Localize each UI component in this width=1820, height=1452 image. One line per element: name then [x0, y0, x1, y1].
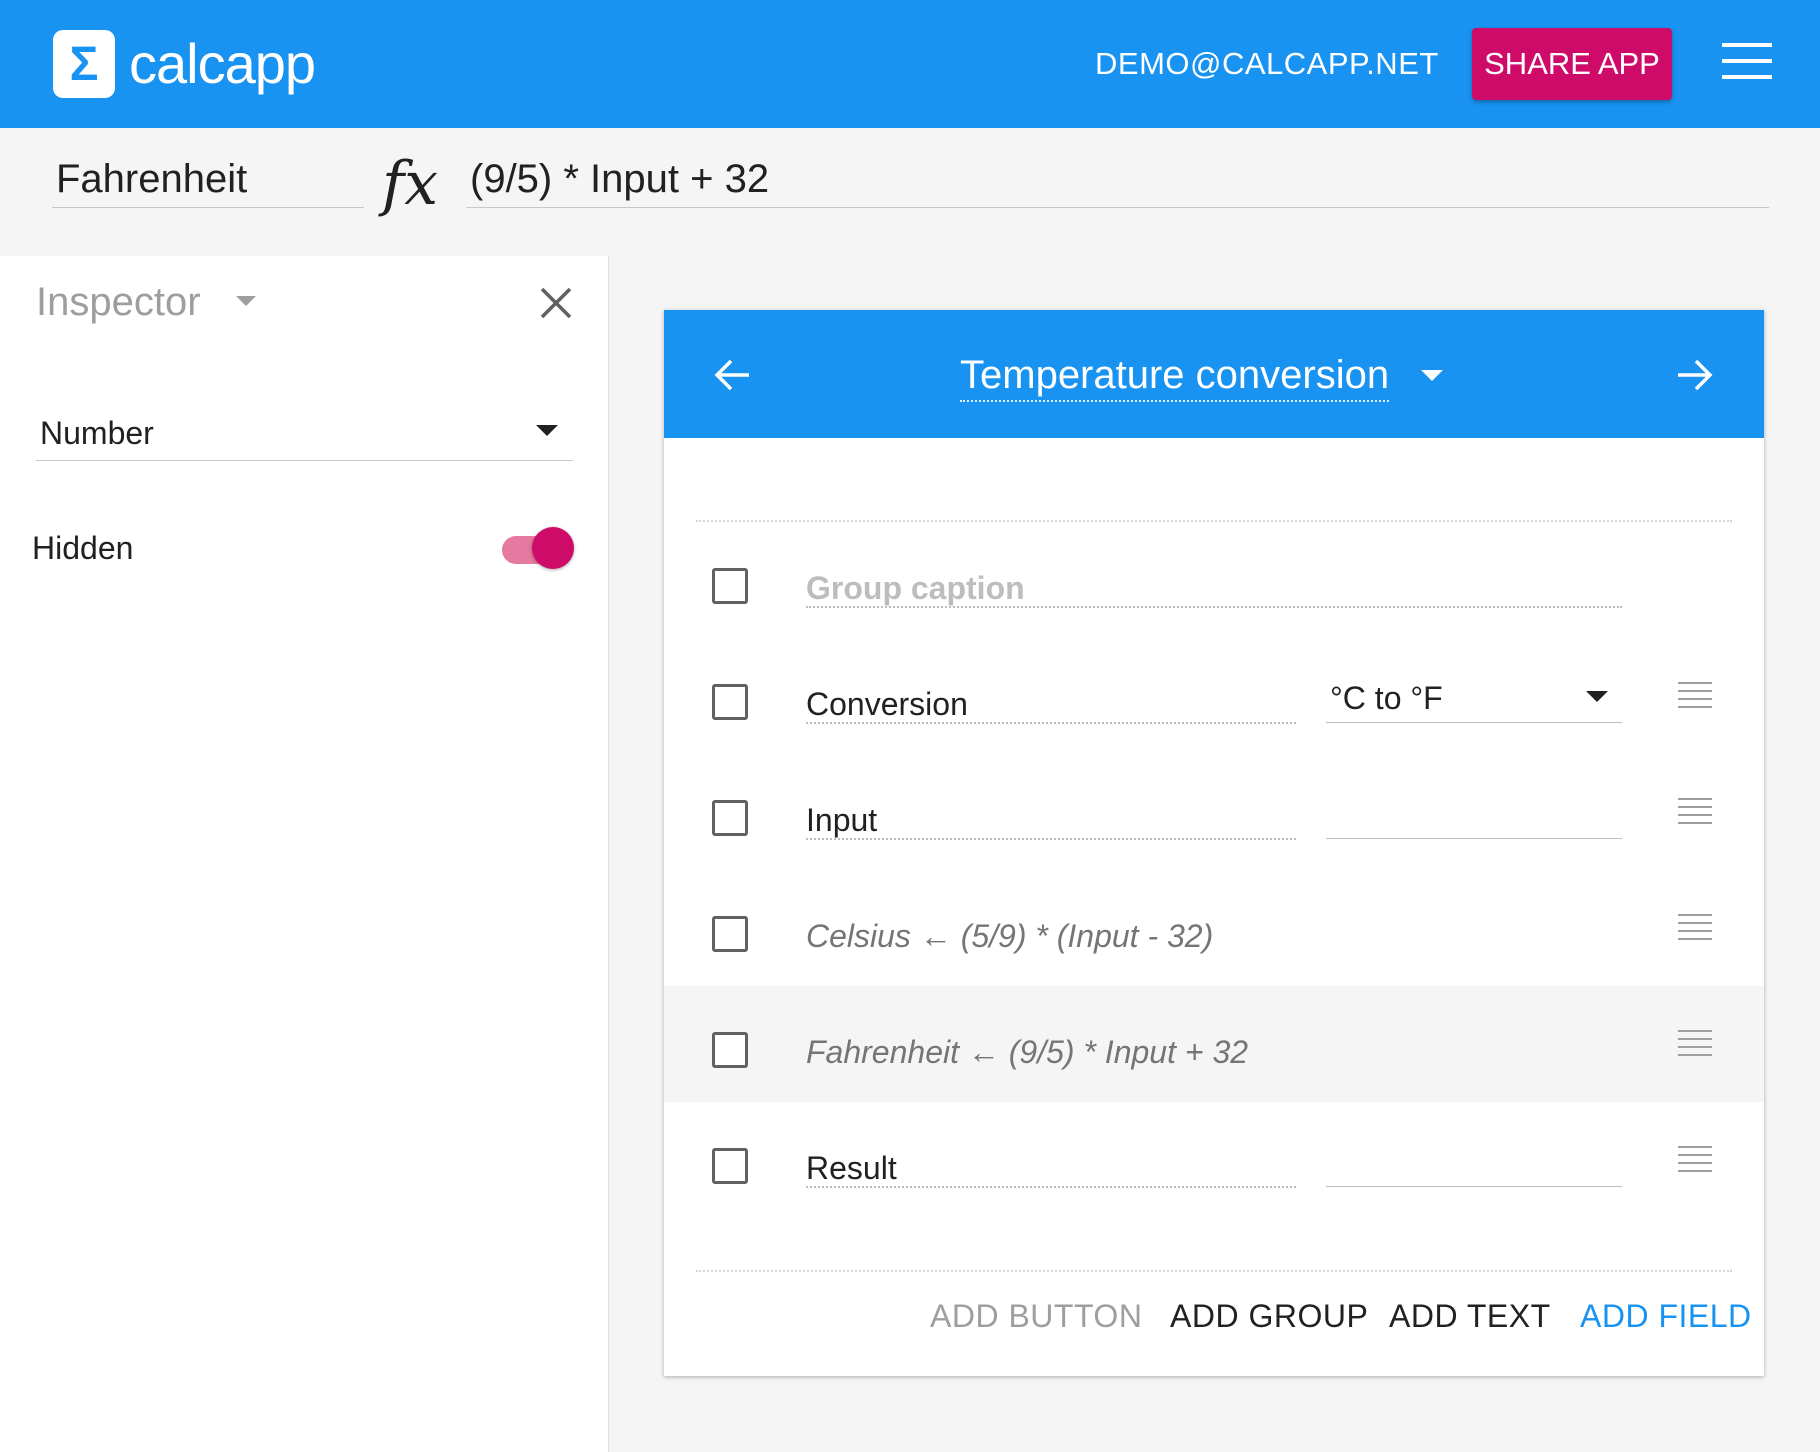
type-select-value: Number — [40, 415, 154, 451]
row-checkbox[interactable] — [712, 568, 748, 604]
hidden-toggle-thumb[interactable] — [532, 527, 574, 569]
inspector-title[interactable]: Inspector — [36, 276, 201, 328]
add-button-button[interactable]: ADD BUTTON — [930, 1296, 1142, 1336]
fx-icon: fx — [382, 149, 439, 219]
add-field-button[interactable]: ADD FIELD — [1580, 1296, 1752, 1336]
divider — [696, 1270, 1732, 1272]
dropdown-arrow-icon[interactable] — [536, 425, 558, 436]
drag-handle-icon[interactable] — [1678, 914, 1712, 940]
arrow-left-icon[interactable] — [712, 354, 754, 396]
arrow-right-icon[interactable] — [1673, 354, 1715, 396]
hidden-label: Hidden — [32, 530, 134, 566]
field-label[interactable]: Result — [806, 1148, 897, 1188]
row-checkbox[interactable] — [712, 800, 748, 836]
app-logo-text[interactable]: calcapp — [129, 30, 316, 98]
drag-handle-icon[interactable] — [1678, 798, 1712, 824]
drag-handle-icon[interactable] — [1678, 1146, 1712, 1172]
chevron-down-icon[interactable] — [1421, 370, 1443, 381]
drag-handle-icon[interactable] — [1678, 682, 1712, 708]
field-name: Celsius — [806, 918, 911, 954]
add-group-button[interactable]: ADD GROUP — [1170, 1296, 1368, 1336]
field-label[interactable]: Input — [806, 800, 877, 840]
arrow-left-icon: ← — [967, 1034, 1000, 1070]
close-icon[interactable] — [538, 285, 574, 321]
result-value-field[interactable] — [1326, 1186, 1622, 1187]
panel-card — [664, 310, 1764, 1376]
row-checkbox[interactable] — [712, 684, 748, 720]
chevron-down-icon[interactable] — [236, 296, 256, 306]
add-text-button[interactable]: ADD TEXT — [1389, 1296, 1551, 1336]
formula-input[interactable] — [466, 152, 1769, 208]
field-formula: (5/9) * (Input - 32) — [960, 918, 1214, 954]
field-label-underline — [806, 722, 1296, 724]
calculated-field[interactable]: Fahrenheit ← (9/5) * Input + 32 — [806, 1032, 1248, 1072]
arrow-left-icon: ← — [919, 918, 952, 954]
hamburger-menu-icon[interactable] — [1722, 43, 1772, 79]
field-name: Fahrenheit — [806, 1034, 959, 1070]
field-name-input[interactable] — [52, 152, 364, 208]
group-caption-underline — [806, 606, 1622, 608]
field-label[interactable]: Conversion — [806, 684, 968, 724]
conversion-select-underline — [1326, 722, 1622, 723]
divider — [696, 520, 1732, 522]
calculated-field[interactable]: Celsius ← (5/9) * (Input - 32) — [806, 916, 1213, 956]
field-formula: (9/5) * Input + 32 — [1008, 1034, 1249, 1070]
field-label-underline — [806, 838, 1296, 840]
row-checkbox[interactable] — [712, 916, 748, 952]
dropdown-arrow-icon[interactable] — [1586, 691, 1608, 702]
field-label-underline — [806, 1186, 1296, 1188]
input-value-field[interactable] — [1326, 838, 1622, 839]
row-checkbox[interactable] — [712, 1148, 748, 1184]
conversion-select-value[interactable]: °C to °F — [1330, 678, 1443, 718]
group-caption-placeholder[interactable]: Group caption — [806, 568, 1025, 608]
share-app-button[interactable]: SHARE APP — [1472, 28, 1672, 100]
row-checkbox[interactable] — [712, 1032, 748, 1068]
panel-title[interactable]: Temperature conversion — [960, 350, 1390, 402]
app-logo-icon[interactable]: Σ — [53, 30, 115, 98]
account-email[interactable]: DEMO@CALCAPP.NET — [1095, 44, 1439, 84]
drag-handle-icon[interactable] — [1678, 1030, 1712, 1056]
